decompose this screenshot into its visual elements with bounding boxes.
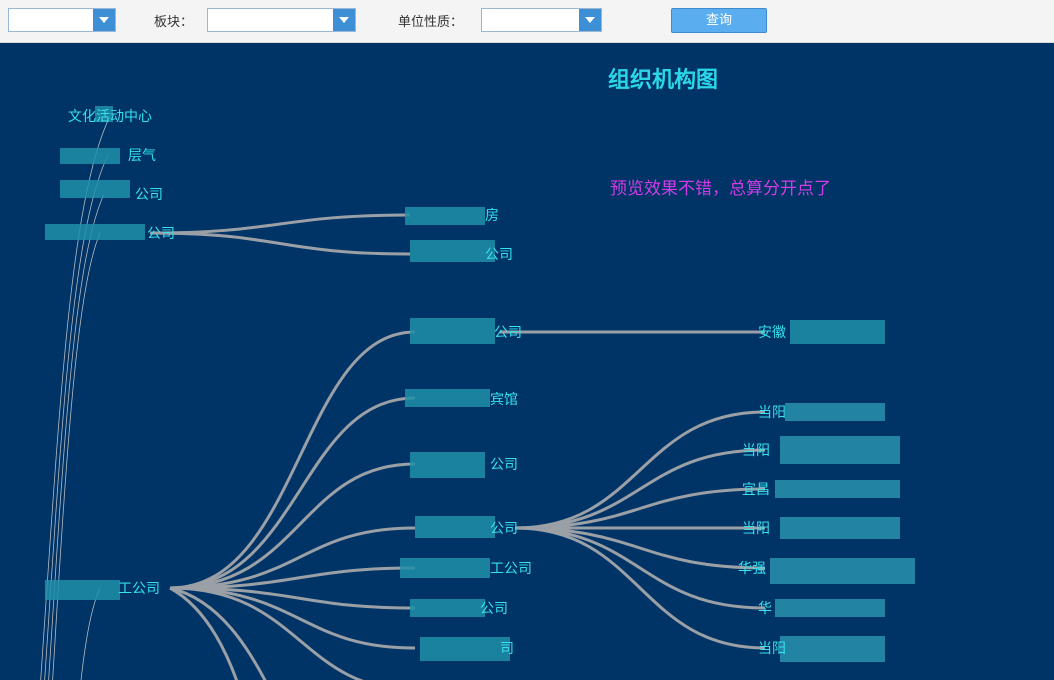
unit-type-combo[interactable] [481,8,602,32]
node-label: 公司 [135,187,163,203]
chevron-down-icon[interactable] [333,9,355,31]
node-label: 公司 [490,521,518,537]
node-label: 当阳 [758,641,786,657]
node-label: 公司 [485,247,513,263]
first-filter-combo[interactable] [8,8,116,32]
node-label: 公司 [147,226,175,242]
query-button[interactable]: 查询 [671,8,767,33]
node-label: 公司 [490,457,518,473]
node-label: 司 [500,641,514,657]
node-label: 房 [485,208,499,224]
node-label: 文化活动中心 [68,109,152,125]
node-label: 华强 [738,561,766,577]
node-label: 当阳 [742,521,770,537]
org-tree: 文化活动中心 层气 公司 公司 房 公司 公司 安徽 宾馆 公司 公司 工公司 … [40,106,915,680]
node-label: 安徽 [758,325,786,341]
node-label: 华 [758,601,772,617]
filter-toolbar: 板块： 单位性质： 查询 [0,0,1054,43]
chart-title: 组织机构图 [608,68,719,93]
node-label: 当阳 [742,443,770,459]
node-label: 层气 [128,148,156,164]
chevron-down-icon[interactable] [93,9,115,31]
node-label: 公司 [480,601,508,617]
block-label: 板块： [154,15,194,30]
node-label: 工公司 [490,561,532,577]
node-label: 宾馆 [490,392,518,408]
node-label: 宜昌 [742,482,770,498]
annotation-text: 预览效果不错，总算分开点了 [610,179,831,199]
unit-type-label: 单位性质： [398,15,464,30]
node-label: 工公司 [118,581,160,597]
chevron-down-icon[interactable] [579,9,601,31]
org-chart-canvas: 文化活动中心 层气 公司 公司 房 公司 公司 安徽 宾馆 公司 公司 工公司 … [0,43,1054,680]
block-combo[interactable] [207,8,356,32]
node-label: 公司 [494,325,522,341]
node-label: 当阳 [758,405,786,421]
